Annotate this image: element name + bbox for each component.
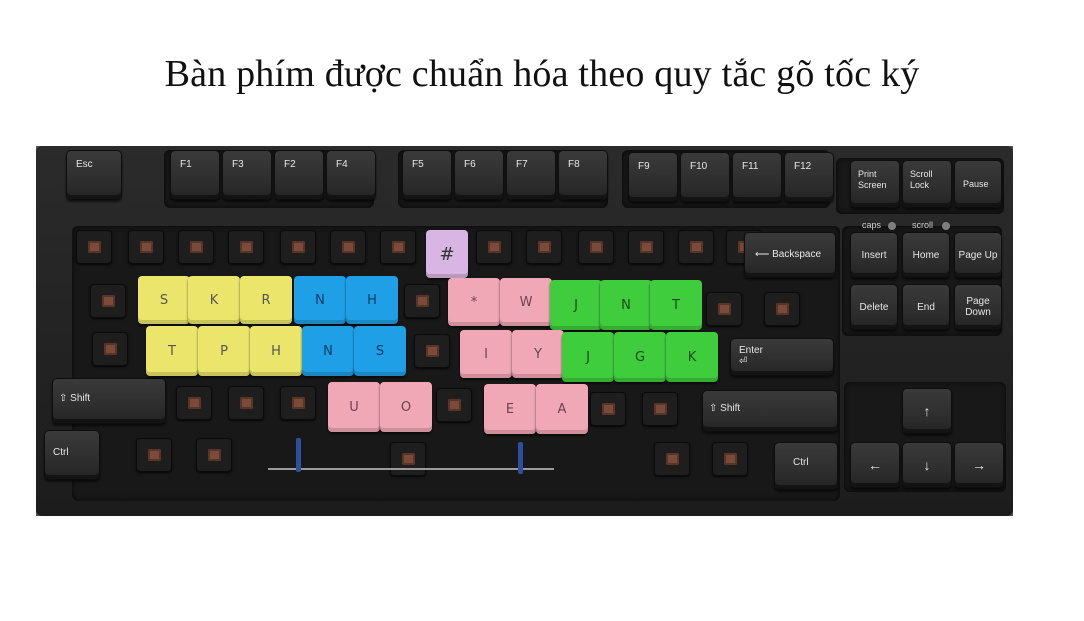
- exposed-switch: [380, 230, 416, 264]
- exposed-switch: [136, 438, 172, 472]
- exposed-switch: [712, 442, 748, 476]
- keyboard-body: Esc F1 F3 F2 F4 F5 F6 F7 F8 F9 F10 F11 F…: [36, 146, 1013, 516]
- key-ctrl-right[interactable]: Ctrl: [774, 442, 838, 490]
- key-print-screen[interactable]: Print Screen: [850, 160, 900, 208]
- steno-key-w[interactable]: W: [500, 278, 552, 326]
- key-shift-left[interactable]: ⇧ Shift: [52, 378, 166, 424]
- exposed-switch: [90, 284, 126, 318]
- key-backspace[interactable]: ⟵ Backspace: [744, 232, 836, 278]
- steno-key-t-right[interactable]: T: [650, 280, 702, 330]
- spacebar-stabilizer-wire: [268, 468, 554, 470]
- exposed-switch: [280, 386, 316, 420]
- exposed-switch: [764, 292, 800, 326]
- caps-indicator-led: [888, 222, 896, 230]
- key-enter[interactable]: Enter ⏎: [730, 338, 834, 376]
- exposed-switch: [706, 292, 742, 326]
- exposed-switch: [654, 442, 690, 476]
- steno-key-e[interactable]: E: [484, 384, 536, 434]
- key-esc[interactable]: Esc: [66, 150, 122, 200]
- exposed-switch: [178, 230, 214, 264]
- exposed-switch: [578, 230, 614, 264]
- steno-key-k[interactable]: K: [188, 276, 240, 324]
- key-f9[interactable]: F9: [628, 152, 678, 202]
- exposed-switch: [280, 230, 316, 264]
- steno-key-s[interactable]: S: [138, 276, 190, 324]
- key-f2[interactable]: F2: [274, 150, 324, 200]
- key-arrow-left[interactable]: ←: [850, 442, 900, 488]
- exposed-switch: [414, 334, 450, 368]
- exposed-switch: [92, 332, 128, 366]
- exposed-switch: [390, 442, 426, 476]
- key-insert[interactable]: Insert: [850, 232, 898, 278]
- key-page-up[interactable]: Page Up: [954, 232, 1002, 278]
- key-home[interactable]: Home: [902, 232, 950, 278]
- steno-key-r[interactable]: R: [240, 276, 292, 324]
- steno-key-star[interactable]: *: [448, 278, 500, 326]
- exposed-switch: [476, 230, 512, 264]
- steno-key-h[interactable]: H: [346, 276, 398, 324]
- key-scroll-lock[interactable]: Scroll Lock: [902, 160, 952, 208]
- steno-key-a[interactable]: A: [536, 384, 588, 434]
- steno-key-u[interactable]: U: [328, 382, 380, 432]
- exposed-switch: [176, 386, 212, 420]
- exposed-switch: [228, 230, 264, 264]
- steno-key-s-lower[interactable]: S: [354, 326, 406, 376]
- scroll-indicator-label: scroll: [912, 220, 934, 230]
- steno-key-j-lower[interactable]: J: [562, 332, 614, 382]
- key-arrow-right[interactable]: →: [954, 442, 1004, 488]
- exposed-switch: [196, 438, 232, 472]
- steno-key-t[interactable]: T: [146, 326, 198, 376]
- key-arrow-up[interactable]: ↑: [902, 388, 952, 434]
- steno-key-n-lower[interactable]: N: [302, 326, 354, 376]
- steno-key-k-lower[interactable]: K: [666, 332, 718, 382]
- key-ctrl-left[interactable]: Ctrl: [44, 430, 100, 480]
- exposed-switch: [436, 388, 472, 422]
- key-end[interactable]: End: [902, 284, 950, 330]
- caps-indicator-label: caps: [862, 220, 882, 230]
- exposed-switch: [642, 392, 678, 426]
- exposed-switch: [678, 230, 714, 264]
- key-shift-right[interactable]: ⇧ Shift: [702, 390, 838, 432]
- exposed-switch: [404, 284, 440, 318]
- key-page-down[interactable]: Page Down: [954, 284, 1002, 330]
- steno-key-o[interactable]: O: [380, 382, 432, 432]
- key-f6[interactable]: F6: [454, 150, 504, 200]
- steno-key-n-right[interactable]: N: [600, 280, 652, 330]
- key-pause[interactable]: Pause: [954, 160, 1002, 208]
- key-f5[interactable]: F5: [402, 150, 452, 200]
- steno-key-h-lower[interactable]: H: [250, 326, 302, 376]
- page-title: Bàn phím được chuẩn hóa theo quy tắc gõ …: [164, 53, 920, 95]
- exposed-switch: [590, 392, 626, 426]
- key-f3[interactable]: F3: [222, 150, 272, 200]
- exposed-switch: [526, 230, 562, 264]
- steno-key-j-right[interactable]: J: [550, 280, 602, 330]
- key-f8[interactable]: F8: [558, 150, 608, 200]
- key-f4[interactable]: F4: [326, 150, 376, 200]
- key-f7[interactable]: F7: [506, 150, 556, 200]
- key-f11[interactable]: F11: [732, 152, 782, 202]
- exposed-switch: [76, 230, 112, 264]
- steno-key-n-left[interactable]: N: [294, 276, 346, 324]
- steno-key-y[interactable]: Y: [512, 330, 564, 378]
- steno-key-p[interactable]: P: [198, 326, 250, 376]
- key-f10[interactable]: F10: [680, 152, 730, 202]
- key-delete[interactable]: Delete: [850, 284, 898, 330]
- stabilizer-post: [518, 442, 523, 474]
- keyboard-photo: Esc F1 F3 F2 F4 F5 F6 F7 F8 F9 F10 F11 F…: [36, 146, 1013, 516]
- key-f1[interactable]: F1: [170, 150, 220, 200]
- steno-key-g[interactable]: G: [614, 332, 666, 382]
- exposed-switch: [330, 230, 366, 264]
- steno-key-i[interactable]: I: [460, 330, 512, 378]
- key-f12[interactable]: F12: [784, 152, 834, 202]
- exposed-switch: [228, 386, 264, 420]
- stabilizer-post: [296, 438, 301, 472]
- steno-key-hash[interactable]: #: [426, 230, 468, 278]
- key-arrow-down[interactable]: ↓: [902, 442, 952, 488]
- exposed-switch: [128, 230, 164, 264]
- exposed-switch: [628, 230, 664, 264]
- scroll-indicator-led: [942, 222, 950, 230]
